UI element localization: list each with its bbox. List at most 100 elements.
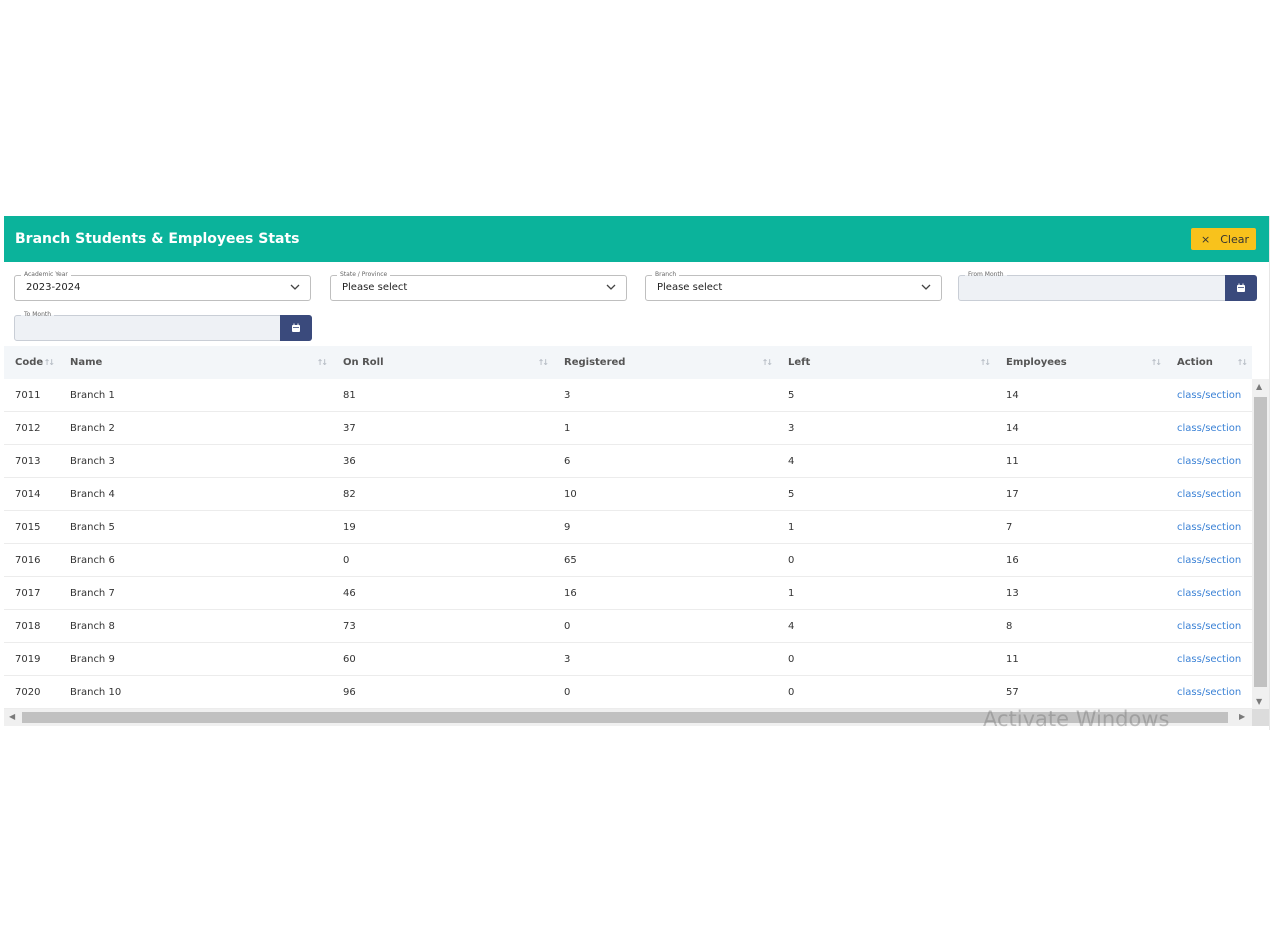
column-header-label: On Roll [343, 357, 384, 368]
state-value: Please select [342, 282, 408, 293]
cell-code: 7015 [4, 510, 59, 544]
vertical-scrollbar[interactable]: ▲ ▼ [1252, 379, 1269, 709]
column-header-action[interactable]: Action ↑↓ [1166, 346, 1252, 379]
scroll-left-icon[interactable]: ◀ [9, 712, 15, 721]
sort-icon[interactable]: ↑↓ [762, 358, 773, 367]
table-row: 7019 Branch 9 60 3 0 11 class/section [4, 642, 1252, 676]
class-section-link[interactable]: class/section [1177, 555, 1241, 566]
column-header-left[interactable]: Left ↑↓ [777, 346, 995, 379]
cell-registered: 65 [553, 543, 777, 577]
column-header-label: Employees [1006, 357, 1067, 368]
cell-on-roll: 0 [332, 543, 553, 577]
sort-icon[interactable]: ↑↓ [538, 358, 549, 367]
cell-on-roll: 81 [332, 379, 553, 412]
sort-icon[interactable]: ↑↓ [317, 358, 328, 367]
column-header-code[interactable]: Code ↑↓ [4, 346, 59, 379]
column-header-registered[interactable]: Registered ↑↓ [553, 346, 777, 379]
cell-left: 5 [777, 477, 995, 511]
cell-action: class/section [1166, 444, 1252, 478]
column-header-on-roll[interactable]: On Roll ↑↓ [332, 346, 553, 379]
cell-left: 0 [777, 543, 995, 577]
stats-panel: Branch Students & Employees Stats × Clea… [4, 216, 1270, 730]
cell-registered: 10 [553, 477, 777, 511]
class-section-link[interactable]: class/section [1177, 456, 1241, 467]
cell-registered: 0 [553, 675, 777, 709]
cell-code: 7017 [4, 576, 59, 610]
cell-name: Branch 6 [59, 543, 332, 577]
cell-action: class/section [1166, 609, 1252, 643]
cell-employees: 14 [995, 411, 1166, 445]
academic-year-select[interactable]: Academic Year 2023-2024 [14, 270, 311, 301]
cell-registered: 3 [553, 379, 777, 412]
scrollbar-corner [1252, 709, 1269, 726]
cell-action: class/section [1166, 510, 1252, 544]
class-section-link[interactable]: class/section [1177, 489, 1241, 500]
cell-name: Branch 4 [59, 477, 332, 511]
scroll-up-icon[interactable]: ▲ [1256, 382, 1262, 391]
cell-employees: 16 [995, 543, 1166, 577]
cell-code: 7018 [4, 609, 59, 643]
table-row: 7017 Branch 7 46 16 1 13 class/section [4, 576, 1252, 610]
cell-code: 7013 [4, 444, 59, 478]
close-icon: × [1201, 232, 1211, 246]
cell-code: 7011 [4, 379, 59, 412]
cell-employees: 17 [995, 477, 1166, 511]
cell-on-roll: 46 [332, 576, 553, 610]
cell-registered: 0 [553, 609, 777, 643]
cell-employees: 13 [995, 576, 1166, 610]
scroll-right-icon[interactable]: ▶ [1239, 712, 1245, 721]
cell-employees: 11 [995, 444, 1166, 478]
cell-employees: 14 [995, 379, 1166, 412]
column-header-label: Code [15, 357, 44, 368]
cell-employees: 7 [995, 510, 1166, 544]
class-section-link[interactable]: class/section [1177, 390, 1241, 401]
cell-left: 4 [777, 609, 995, 643]
cell-left: 4 [777, 444, 995, 478]
sort-icon[interactable]: ↑↓ [980, 358, 991, 367]
cell-action: class/section [1166, 675, 1252, 709]
to-month-calendar-button[interactable] [280, 315, 312, 341]
cell-left: 0 [777, 642, 995, 676]
class-section-link[interactable]: class/section [1177, 588, 1241, 599]
cell-name: Branch 8 [59, 609, 332, 643]
cell-registered: 6 [553, 444, 777, 478]
sort-icon[interactable]: ↑↓ [1237, 358, 1248, 367]
class-section-link[interactable]: class/section [1177, 522, 1241, 533]
vertical-scroll-thumb[interactable] [1254, 397, 1267, 687]
page-title: Branch Students & Employees Stats [15, 231, 300, 247]
table-row: 7012 Branch 2 37 1 3 14 class/section [4, 411, 1252, 445]
class-section-link[interactable]: class/section [1177, 621, 1241, 632]
column-header-label: Registered [564, 357, 626, 368]
table-row: 7015 Branch 5 19 9 1 7 class/section [4, 510, 1252, 544]
academic-year-label: Academic Year [21, 270, 71, 280]
chevron-down-icon [290, 284, 300, 290]
sort-icon[interactable]: ↑↓ [1151, 358, 1162, 367]
scroll-down-icon[interactable]: ▼ [1256, 697, 1262, 706]
clear-button-label: Clear [1220, 232, 1249, 246]
cell-code: 7016 [4, 543, 59, 577]
column-header-employees[interactable]: Employees ↑↓ [995, 346, 1166, 379]
state-label: State / Province [337, 270, 391, 280]
clear-button[interactable]: × Clear [1191, 228, 1256, 250]
from-month-calendar-button[interactable] [1225, 275, 1257, 301]
branch-value: Please select [657, 282, 723, 293]
from-month-field[interactable]: From Month [958, 270, 1257, 301]
branch-select[interactable]: Branch Please select [645, 270, 942, 301]
column-header-name[interactable]: Name ↑↓ [59, 346, 332, 379]
cell-name: Branch 10 [59, 675, 332, 709]
to-month-label: To Month [21, 310, 55, 320]
cell-left: 1 [777, 510, 995, 544]
class-section-link[interactable]: class/section [1177, 687, 1241, 698]
column-header-label: Left [788, 357, 811, 368]
class-section-link[interactable]: class/section [1177, 423, 1241, 434]
sort-icon[interactable]: ↑↓ [44, 358, 55, 367]
table-body: 7011 Branch 1 81 3 5 14 class/section 7012 Branc… [4, 379, 1252, 709]
state-select[interactable]: State / Province Please select [330, 270, 627, 301]
to-month-field[interactable]: To Month [14, 310, 312, 341]
branch-label: Branch [652, 270, 680, 280]
academic-year-value: 2023-2024 [26, 282, 81, 293]
cell-code: 7019 [4, 642, 59, 676]
from-month-label: From Month [965, 270, 1007, 280]
class-section-link[interactable]: class/section [1177, 654, 1241, 665]
cell-left: 1 [777, 576, 995, 610]
